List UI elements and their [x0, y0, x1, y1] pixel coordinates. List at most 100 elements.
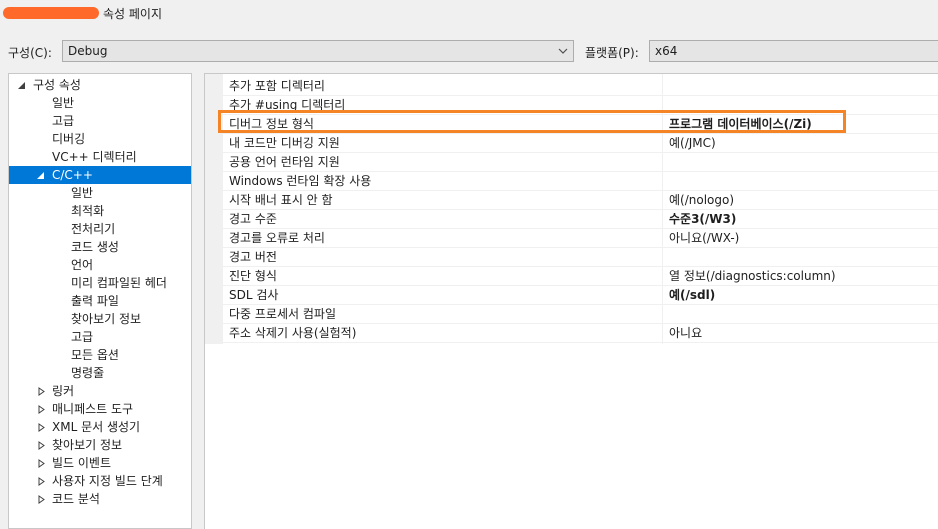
- property-row[interactable]: 공용 언어 런타임 지원: [223, 153, 938, 172]
- tree-item-custom-build-step[interactable]: 사용자 지정 빌드 단계: [37, 472, 187, 490]
- tree-item-label: 매니페스트 도구: [52, 402, 134, 416]
- tree-item-label: 코드 분석: [52, 492, 100, 506]
- property-value[interactable]: 열 정보(/diagnostics:column): [669, 267, 836, 286]
- property-name: 시작 배너 표시 안 함: [229, 193, 333, 207]
- tree-item-precompiled-headers[interactable]: 미리 컴파일된 헤더: [71, 274, 167, 292]
- collapsed-arrow-icon[interactable]: [37, 477, 46, 486]
- tree-item-label: 빌드 이벤트: [52, 456, 112, 470]
- expanded-arrow-icon[interactable]: [17, 81, 26, 90]
- property-value[interactable]: 아니요(/WX-): [669, 229, 739, 248]
- expanded-arrow-icon[interactable]: [36, 171, 45, 180]
- tree-item-advanced[interactable]: 고급: [52, 112, 74, 130]
- property-row[interactable]: 경고 수준 수준3(/W3): [223, 210, 938, 229]
- tree-item-all-options[interactable]: 모든 옵션: [71, 346, 119, 364]
- property-name: Windows 런타임 확장 사용: [229, 174, 372, 188]
- tree-item-cpp[interactable]: C/C++: [9, 166, 191, 184]
- property-row[interactable]: 내 코드만 디버깅 지원 예(/JMC): [223, 134, 938, 153]
- collapsed-arrow-icon[interactable]: [37, 387, 46, 396]
- property-row[interactable]: Windows 런타임 확장 사용: [223, 172, 938, 191]
- property-row[interactable]: 시작 배너 표시 안 함 예(/nologo): [223, 191, 938, 210]
- property-row[interactable]: 진단 형식 열 정보(/diagnostics:column): [223, 267, 938, 286]
- tree-item-label: 명령줄: [71, 366, 105, 380]
- tree-item-debugging[interactable]: 디버깅: [52, 130, 85, 148]
- title-bar: 속성 페이지: [0, 0, 938, 28]
- property-name: 경고를 오류로 처리: [229, 231, 325, 245]
- tree-item-label: 코드 생성: [71, 240, 119, 254]
- tree-item-cpp-advanced[interactable]: 고급: [71, 328, 93, 346]
- platform-dropdown[interactable]: x64: [649, 40, 938, 62]
- property-name: 내 코드만 디버깅 지원: [229, 136, 340, 150]
- configuration-label: 구성(C):: [8, 46, 52, 60]
- collapsed-arrow-icon[interactable]: [37, 405, 46, 414]
- property-value[interactable]: 아니요: [669, 324, 702, 343]
- property-tree: 구성 속성 일반 고급 디버깅 VC++ 디렉터리 C/C++ 일반 최적화 전…: [8, 73, 192, 529]
- tree-item-output-files[interactable]: 출력 파일: [71, 292, 119, 310]
- property-row[interactable]: 추가 포함 디렉터리: [223, 77, 938, 96]
- tree-item-manifest-tool[interactable]: 매니페스트 도구: [37, 400, 187, 418]
- tree-item-preprocessor[interactable]: 전처리기: [71, 220, 115, 238]
- chevron-down-icon: [558, 48, 568, 54]
- tree-item-label: XML 문서 생성기: [52, 420, 141, 434]
- property-name: 다중 프로세서 컴파일: [229, 307, 336, 321]
- configuration-value: Debug: [68, 44, 108, 58]
- property-row[interactable]: 경고 버전: [223, 248, 938, 267]
- tree-item-label: 디버깅: [52, 132, 86, 146]
- tree-item-optimization[interactable]: 최적화: [71, 202, 104, 220]
- property-name: 주소 삭제기 사용(실험적): [229, 326, 357, 340]
- platform-label: 플랫폼(P):: [585, 46, 639, 60]
- property-name: 경고 버전: [229, 250, 277, 264]
- tree-item-label: 언어: [71, 258, 94, 272]
- tree-item-label: 사용자 지정 빌드 단계: [52, 474, 163, 488]
- tree-item-label: 링커: [52, 384, 75, 398]
- tree-item-cpp-general[interactable]: 일반: [71, 184, 93, 202]
- tree-item-label: 최적화: [71, 204, 105, 218]
- tree-item-config-properties[interactable]: 구성 속성: [17, 76, 187, 94]
- property-value[interactable]: 수준3(/W3): [669, 210, 736, 229]
- tree-item-language[interactable]: 언어: [71, 256, 93, 274]
- collapsed-arrow-icon[interactable]: [37, 459, 46, 468]
- tree-item-xml-doc-generator[interactable]: XML 문서 생성기: [37, 418, 187, 436]
- tree-item-label: 찾아보기 정보: [52, 438, 123, 452]
- collapsed-arrow-icon[interactable]: [37, 423, 46, 432]
- tree-item-label: 구성 속성: [33, 78, 81, 92]
- property-name: 진단 형식: [229, 269, 277, 283]
- platform-value: x64: [655, 44, 678, 58]
- property-value[interactable]: 예(/sdl): [669, 286, 715, 305]
- tree-item-label: 일반: [52, 96, 75, 110]
- property-name: 공용 언어 런타임 지원: [229, 155, 340, 169]
- tree-item-linker[interactable]: 링커: [37, 382, 187, 400]
- tree-item-browse-info-top[interactable]: 찾아보기 정보: [37, 436, 187, 454]
- property-row[interactable]: 다중 프로세서 컴파일: [223, 305, 938, 324]
- collapsed-arrow-icon[interactable]: [37, 441, 46, 450]
- tree-item-vc-directories[interactable]: VC++ 디렉터리: [52, 148, 137, 166]
- redacted-project-name: [3, 7, 99, 19]
- property-name: 추가 포함 디렉터리: [229, 79, 325, 93]
- tree-item-label: 미리 컴파일된 헤더: [71, 276, 167, 290]
- tree-item-label: 전처리기: [71, 222, 116, 236]
- window-title: 속성 페이지: [103, 7, 163, 21]
- tree-item-label: 찾아보기 정보: [71, 312, 142, 326]
- tree-item-general[interactable]: 일반: [52, 94, 74, 112]
- configuration-dropdown[interactable]: Debug: [62, 40, 574, 62]
- tree-item-label: 출력 파일: [71, 294, 119, 308]
- tree-item-label: 일반: [71, 186, 94, 200]
- property-row[interactable]: 주소 삭제기 사용(실험적) 아니요: [223, 324, 938, 343]
- tree-item-browse-information[interactable]: 찾아보기 정보: [71, 310, 141, 328]
- collapsed-arrow-icon[interactable]: [37, 495, 46, 504]
- tree-item-code-analysis[interactable]: 코드 분석: [37, 490, 187, 508]
- highlight-annotation-box: [218, 110, 846, 133]
- tree-item-command-line[interactable]: 명령줄: [71, 364, 104, 382]
- property-grid: 추가 포함 디렉터리 추가 #using 디렉터리 디버그 정보 형식 프로그램 …: [204, 73, 938, 529]
- property-row[interactable]: SDL 검사 예(/sdl): [223, 286, 938, 305]
- property-value[interactable]: 예(/JMC): [669, 134, 716, 153]
- tree-item-label: 고급: [71, 330, 94, 344]
- tree-item-label: 고급: [52, 114, 75, 128]
- tree-item-label: VC++ 디렉터리: [52, 150, 137, 164]
- tree-item-code-generation[interactable]: 코드 생성: [71, 238, 119, 256]
- property-name: 경고 수준: [229, 212, 277, 226]
- property-row[interactable]: 경고를 오류로 처리 아니요(/WX-): [223, 229, 938, 248]
- property-name: SDL 검사: [229, 288, 279, 302]
- tree-item-build-events[interactable]: 빌드 이벤트: [37, 454, 187, 472]
- property-value[interactable]: 예(/nologo): [669, 191, 734, 210]
- tree-item-label: 모든 옵션: [71, 348, 119, 362]
